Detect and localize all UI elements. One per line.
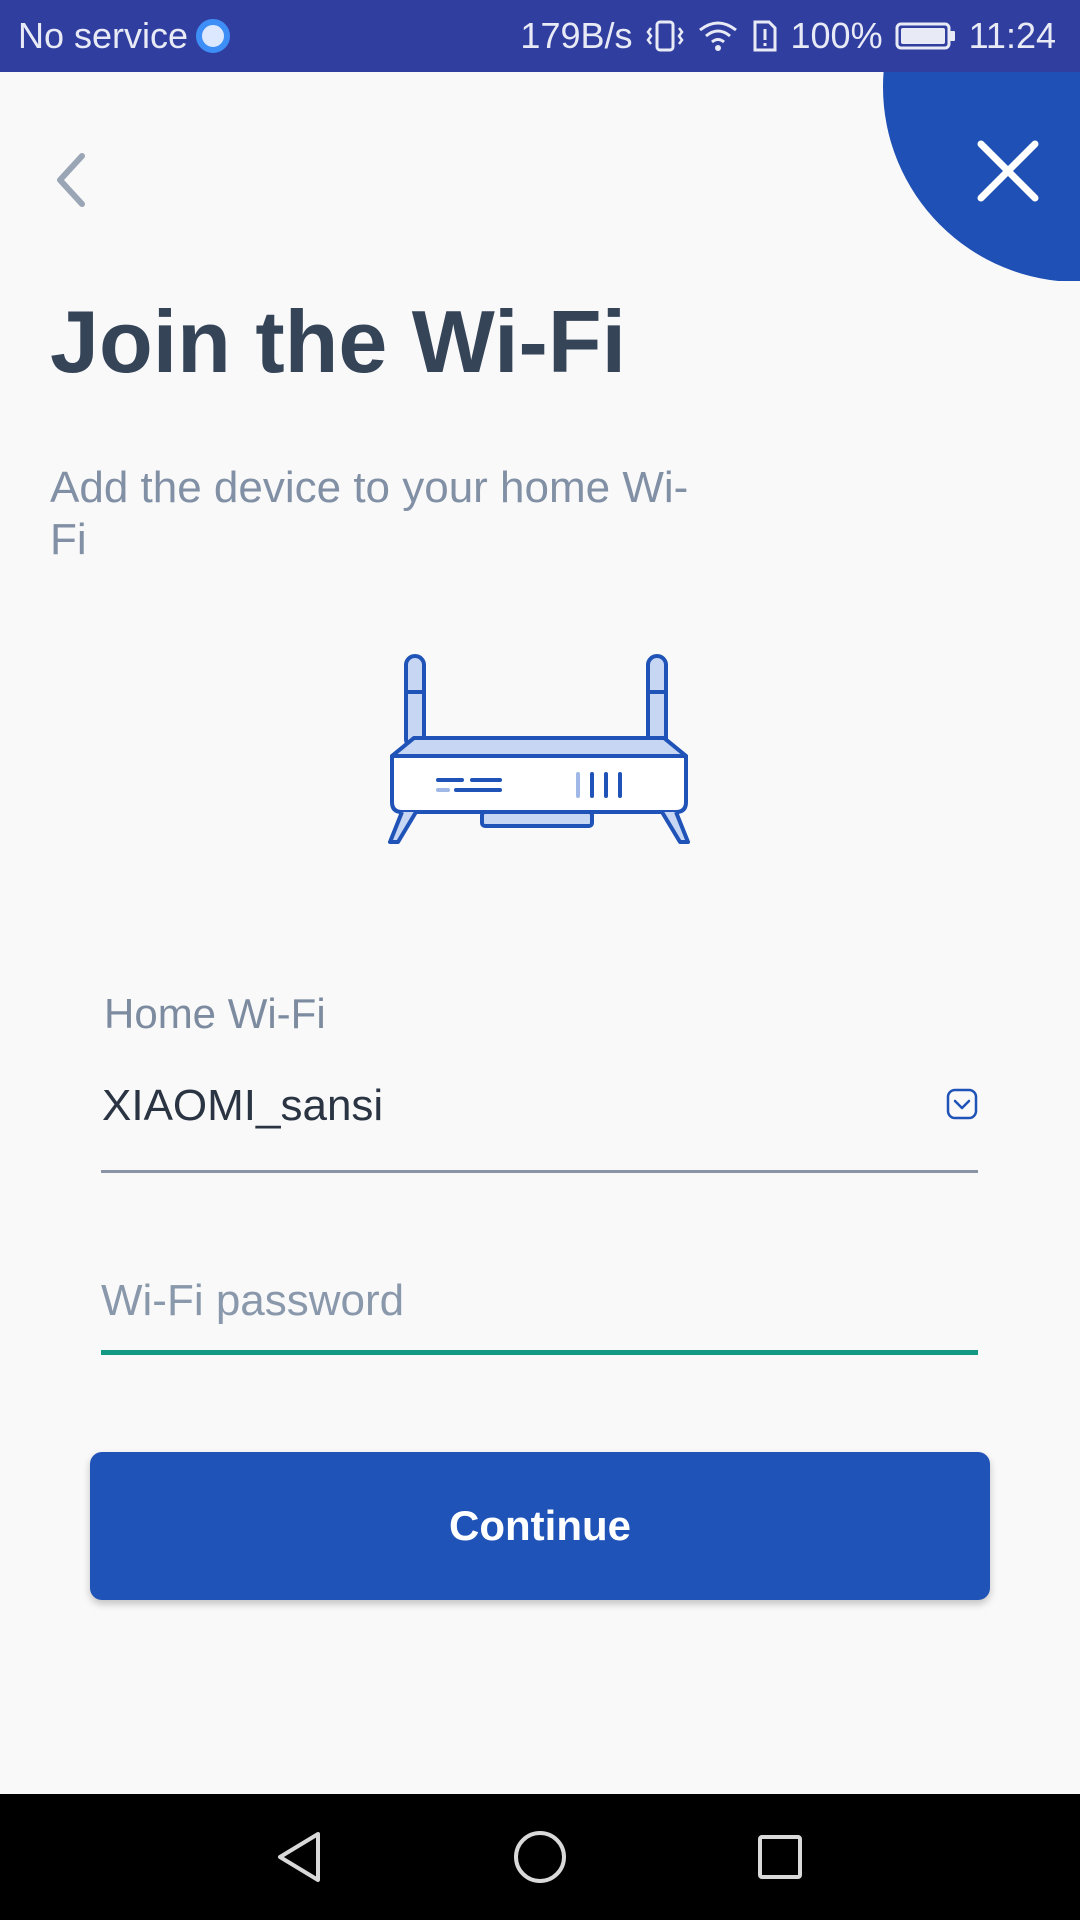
sync-icon	[196, 19, 231, 53]
sim-alert-icon	[751, 18, 779, 54]
battery-percent-text: 100%	[790, 15, 883, 56]
nav-back-button[interactable]	[264, 1822, 334, 1892]
circle-home-icon	[514, 1831, 566, 1883]
clock-text: 11:24	[968, 15, 1056, 56]
back-button[interactable]	[30, 140, 110, 220]
carrier-text: No service	[18, 15, 189, 56]
wifi-password-input[interactable]	[101, 1252, 978, 1355]
page-subtitle: Add the device to your home Wi-Fi	[50, 463, 689, 564]
vibrate-icon	[645, 18, 685, 54]
page-title: Join the Wi-Fi	[50, 292, 627, 391]
chevron-left-icon	[57, 153, 85, 207]
wifi-icon	[697, 18, 739, 54]
status-bar: No service 179B/s 100% 11:24	[0, 0, 1080, 72]
home-wifi-select[interactable]: XIAOMI_sansi	[101, 1070, 978, 1173]
nav-recents-button[interactable]	[745, 1822, 815, 1892]
close-icon	[977, 140, 1039, 202]
wifi-ssid-value: XIAOMI_sansi	[102, 1081, 384, 1130]
navigation-bar	[0, 1794, 1080, 1920]
close-button[interactable]	[883, 72, 1080, 281]
triangle-back-icon	[278, 1832, 320, 1882]
battery-icon	[895, 21, 957, 51]
home-wifi-label: Home Wi-Fi	[104, 990, 326, 1037]
continue-button[interactable]: Continue	[90, 1452, 990, 1600]
nav-home-button[interactable]	[505, 1822, 575, 1892]
router-icon	[386, 652, 692, 848]
net-speed-text: 179B/s	[520, 15, 633, 56]
chevron-down-icon[interactable]	[946, 1088, 978, 1120]
square-recents-icon	[758, 1835, 802, 1879]
